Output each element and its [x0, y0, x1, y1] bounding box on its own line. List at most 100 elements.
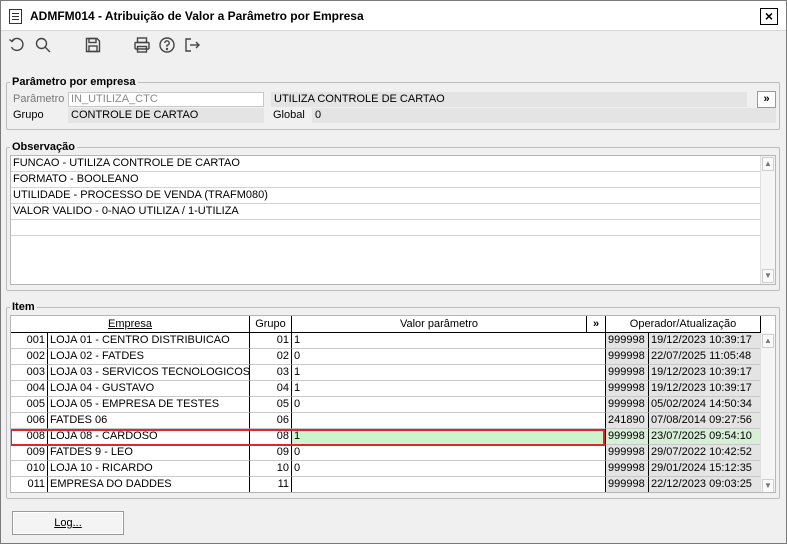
undo-icon[interactable]	[8, 36, 28, 56]
cell-operador: 999998	[606, 477, 649, 492]
cell-empresa-code: 003	[11, 365, 48, 381]
search-icon[interactable]	[34, 36, 54, 56]
item-grid: Empresa Grupo Valor parâmetro » Operador…	[10, 315, 776, 493]
cell-valor[interactable]	[292, 413, 606, 429]
cell-valor[interactable]: 0	[292, 445, 606, 461]
parameter-description-field: UTILIZA CONTROLE DE CARTAO	[271, 92, 747, 107]
cell-atualizacao: 07/08/2014 09:27:56	[649, 413, 761, 429]
cell-operador: 999998	[606, 461, 649, 477]
cell-operador: 999998	[606, 445, 649, 461]
cell-empresa-code: 006	[11, 413, 48, 429]
scroll-down-icon[interactable]: ▼	[762, 269, 774, 283]
cell-operador: 999998	[606, 429, 649, 445]
close-button[interactable]: ×	[760, 8, 778, 25]
document-icon	[9, 9, 22, 24]
cell-empresa-name: LOJA 05 - EMPRESA DE TESTES	[48, 397, 250, 413]
item-section-legend: Item	[10, 300, 37, 314]
column-header-empresa[interactable]: Empresa	[11, 316, 250, 333]
cell-grupo: 04	[250, 381, 292, 397]
toolbar	[1, 32, 786, 60]
cell-atualizacao: 19/12/2023 10:39:17	[649, 365, 761, 381]
column-header-grupo[interactable]: Grupo	[250, 316, 292, 333]
parameter-code-field[interactable]: IN_UTILIZA_CTC	[68, 92, 264, 107]
cell-valor[interactable]: 1	[292, 365, 606, 381]
cell-operador: 241890	[606, 413, 649, 429]
cell-empresa-name: FATDES 9 - LEO	[48, 445, 250, 461]
scroll-up-icon[interactable]: ▲	[762, 157, 774, 171]
help-icon[interactable]	[158, 36, 178, 56]
print-icon[interactable]	[133, 36, 153, 56]
cell-valor[interactable]: 0	[292, 349, 606, 365]
cell-empresa-code: 009	[11, 445, 48, 461]
cell-operador: 999998	[606, 333, 649, 349]
parameter-label: Parâmetro	[13, 93, 65, 105]
observation-textarea[interactable]: FUNCAO - UTILIZA CONTROLE DE CARTAO FORM…	[10, 155, 776, 285]
cell-empresa-code: 001	[11, 333, 48, 349]
parameter-lookup-button[interactable]: »	[757, 91, 776, 108]
parameter-section-legend: Parâmetro por empresa	[10, 75, 138, 89]
scroll-down-icon[interactable]: ▼	[762, 479, 774, 492]
cell-valor[interactable]	[292, 477, 606, 492]
observation-line: FORMATO - BOOLEANO	[11, 172, 761, 188]
cell-empresa-code: 002	[11, 349, 48, 365]
window-title: ADMFM014 - Atribuição de Valor a Parâmet…	[30, 9, 364, 23]
table-row[interactable]: 001 LOJA 01 - CENTRO DISTRIBUICAO 01 1 99999…	[11, 333, 761, 349]
parameter-section: Parâmetro por empresa Parâmetro IN_UTILI…	[6, 75, 780, 130]
cell-empresa-name: EMPRESA DO DADDES	[48, 477, 250, 492]
global-label: Global	[273, 109, 305, 121]
table-row[interactable]: 006 FATDES 06 06 241890 07/08/2014 09:27:56	[11, 413, 761, 429]
cell-grupo: 06	[250, 413, 292, 429]
cell-valor[interactable]: 1	[292, 429, 606, 445]
cell-grupo: 02	[250, 349, 292, 365]
observation-line	[11, 220, 761, 236]
cell-valor[interactable]: 1	[292, 333, 606, 349]
cell-empresa-code: 010	[11, 461, 48, 477]
title-bar: ADMFM014 - Atribuição de Valor a Parâmet…	[1, 1, 786, 31]
scroll-up-icon[interactable]: ▲	[762, 334, 774, 348]
cell-operador: 999998	[606, 381, 649, 397]
table-row[interactable]: 010 LOJA 10 - RICARDO 10 0 999998 29/01/2024 …	[11, 461, 761, 477]
grupo-field: CONTROLE DE CARTAO	[68, 108, 264, 123]
table-row[interactable]: 003LOJA 03 - SERVICOS TECNOLOGICOS LTDA0…	[11, 365, 761, 381]
table-row-selected[interactable]: 008 LOJA 08 - CARDOSO 08 1 999998 23/07/2025 …	[11, 429, 761, 445]
log-button[interactable]: Log...	[12, 511, 124, 535]
table-row[interactable]: 004 LOJA 04 - GUSTAVO 04 1 999998 19/12/2023 …	[11, 381, 761, 397]
cell-grupo: 01	[250, 333, 292, 349]
save-icon[interactable]	[84, 36, 104, 56]
column-header-valor[interactable]: Valor parâmetro	[292, 316, 587, 333]
cell-atualizacao: 22/12/2023 09:03:25	[649, 477, 761, 492]
exit-icon[interactable]	[183, 36, 203, 56]
cell-grupo: 09	[250, 445, 292, 461]
cell-atualizacao: 23/07/2025 09:54:10	[649, 429, 761, 445]
cell-atualizacao: 19/12/2023 10:39:17	[649, 381, 761, 397]
table-row[interactable]: 002 LOJA 02 - FATDES 02 0 999998 22/07/2025 1…	[11, 349, 761, 365]
cell-empresa-code: 008	[11, 429, 48, 445]
cell-atualizacao: 05/02/2024 14:50:34	[649, 397, 761, 413]
cell-empresa-name: LOJA 08 - CARDOSO	[48, 429, 250, 445]
cell-operador: 999998	[606, 349, 649, 365]
cell-valor[interactable]: 0	[292, 461, 606, 477]
cell-grupo: 03	[250, 365, 292, 381]
item-scrollbar[interactable]: ▲ ▼	[760, 333, 775, 492]
cell-empresa-name: LOJA 10 - RICARDO	[48, 461, 250, 477]
observation-scrollbar[interactable]: ▲ ▼	[760, 156, 775, 284]
observation-line: VALOR VALIDO - 0-NAO UTILIZA / 1-UTILIZA	[11, 204, 761, 220]
column-expand-button[interactable]: »	[587, 316, 606, 333]
cell-valor[interactable]: 1	[292, 381, 606, 397]
cell-operador: 999998	[606, 365, 649, 381]
cell-valor[interactable]: 0	[292, 397, 606, 413]
table-row[interactable]: 009 FATDES 9 - LEO 09 0 999998 29/07/2022 10:…	[11, 445, 761, 461]
cell-empresa-name: LOJA 03 - SERVICOS TECNOLOGICOS LTDA	[48, 365, 250, 381]
table-row[interactable]: 005 LOJA 05 - EMPRESA DE TESTES 05 0 999998 0…	[11, 397, 761, 413]
table-row[interactable]: 011 EMPRESA DO DADDES 11 999998 22/12/2023 0…	[11, 477, 761, 492]
cell-empresa-name: FATDES 06	[48, 413, 250, 429]
cell-empresa-code: 005	[11, 397, 48, 413]
cell-grupo: 08	[250, 429, 292, 445]
main-window: ADMFM014 - Atribuição de Valor a Parâmet…	[0, 0, 787, 544]
cell-atualizacao: 29/01/2024 15:12:35	[649, 461, 761, 477]
column-header-operador[interactable]: Operador/Atualização	[606, 316, 761, 333]
observation-line: UTILIDADE - PROCESSO DE VENDA (TRAFM080)	[11, 188, 761, 204]
grupo-label: Grupo	[13, 109, 44, 121]
cell-atualizacao: 22/07/2025 11:05:48	[649, 349, 761, 365]
observation-line: FUNCAO - UTILIZA CONTROLE DE CARTAO	[11, 156, 761, 172]
